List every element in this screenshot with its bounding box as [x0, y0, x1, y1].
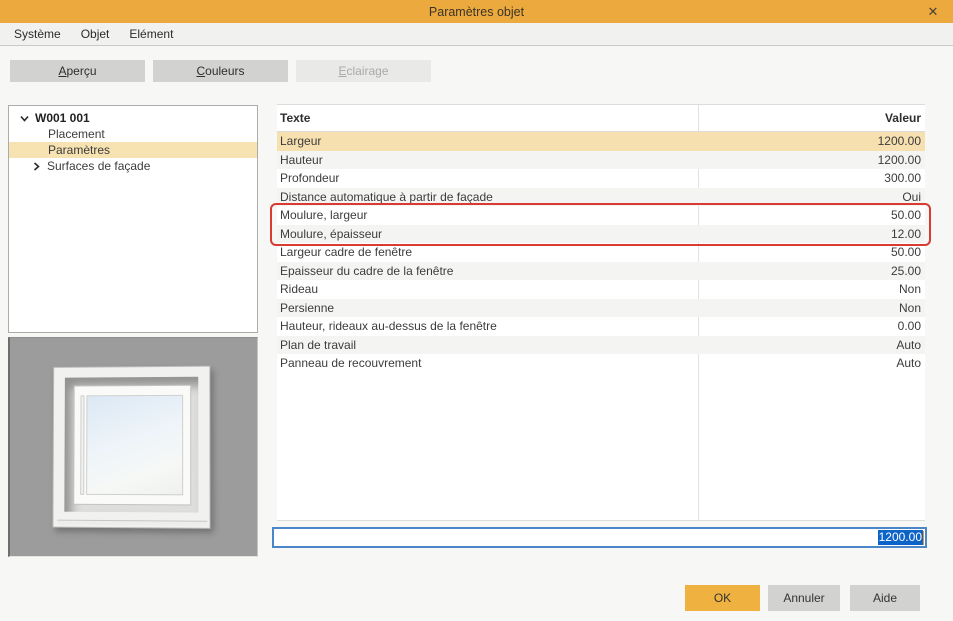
row-value: 50.00	[698, 208, 925, 222]
row-value: 0.00	[698, 319, 925, 333]
close-icon[interactable]: ✕	[921, 0, 945, 23]
row-value: Non	[698, 282, 925, 296]
row-value: 50.00	[698, 245, 925, 259]
table-row[interactable]: Persienne Non	[277, 299, 925, 318]
table-row[interactable]: Profondeur 300.00	[277, 169, 925, 188]
view-mode-button[interactable]: Aperçu	[10, 60, 145, 82]
table-row[interactable]: Hauteur 1200.00	[277, 151, 925, 170]
tree-node-label: W001 001	[35, 110, 90, 126]
row-label: Moulure, largeur	[277, 208, 698, 222]
dialog-titlebar: Paramètres objet ✕	[0, 0, 953, 23]
table-row[interactable]: Largeur 1200.00	[277, 132, 925, 151]
window-render	[52, 366, 210, 529]
row-value: 300.00	[698, 171, 925, 185]
table-row[interactable]: Panneau de recouvrement Auto	[277, 354, 925, 373]
table-row[interactable]: Largeur cadre de fenêtre 50.00	[277, 243, 925, 262]
table-rows: Largeur 1200.00 Hauteur 1200.00 Profonde…	[277, 132, 925, 373]
text-caret	[923, 531, 924, 545]
row-label: Moulure, épaisseur	[277, 227, 698, 241]
row-value: Oui	[698, 190, 925, 204]
row-value: Non	[698, 301, 925, 315]
value-input[interactable]: 1200.00	[272, 527, 927, 548]
view-mode-buttons: Aperçu Couleurs Eclairage	[10, 60, 431, 82]
object-preview-panel	[8, 337, 258, 557]
row-value: 12.00	[698, 227, 925, 241]
row-value: Auto	[698, 356, 925, 370]
table-row[interactable]: Moulure, épaisseur 12.00	[277, 225, 925, 244]
row-label: Epaisseur du cadre de la fenêtre	[277, 264, 698, 278]
menu-item[interactable]: Système	[4, 23, 71, 46]
row-label: Hauteur, rideaux au-dessus de la fenêtre	[277, 319, 698, 333]
window-stile	[80, 395, 84, 494]
table-row[interactable]: Rideau Non	[277, 280, 925, 299]
header-valeur: Valeur	[698, 111, 925, 125]
window-glass	[86, 395, 183, 495]
tree-node-label: Surfaces de façade	[47, 158, 150, 174]
selected-text: 1200.00	[878, 530, 923, 545]
row-value: 1200.00	[698, 134, 925, 148]
row-label: Largeur	[277, 134, 698, 148]
help-button[interactable]: Aide	[850, 585, 920, 611]
row-label: Plan de travail	[277, 338, 698, 352]
window-frame	[73, 385, 191, 506]
row-label: Largeur cadre de fenêtre	[277, 245, 698, 259]
menu-item[interactable]: Elément	[119, 23, 183, 46]
dialog-title: Paramètres objet	[429, 5, 524, 19]
header-texte: Texte	[277, 111, 698, 125]
row-label: Rideau	[277, 282, 698, 296]
table-row[interactable]: Epaisseur du cadre de la fenêtre 25.00	[277, 262, 925, 281]
row-value: 1200.00	[698, 153, 925, 167]
cancel-button[interactable]: Annuler	[768, 585, 840, 611]
tree-node-surfaces[interactable]: Surfaces de façade	[9, 158, 257, 174]
object-tree: W001 001 Placement Paramètres Surfaces d…	[8, 105, 258, 333]
table-row[interactable]: Distance automatique à partir de façade …	[277, 188, 925, 207]
menu-item[interactable]: Objet	[71, 23, 120, 46]
menu-bar: Système Objet Elément	[0, 23, 953, 46]
row-value: 25.00	[698, 264, 925, 278]
window-sill	[57, 520, 207, 526]
table-row[interactable]: Plan de travail Auto	[277, 336, 925, 355]
row-label: Profondeur	[277, 171, 698, 185]
tree-node-label: Paramètres	[48, 142, 110, 158]
row-value: Auto	[698, 338, 925, 352]
table-header: Texte Valeur	[277, 105, 925, 132]
view-mode-button[interactable]: Couleurs	[153, 60, 288, 82]
tree-node-root[interactable]: W001 001	[9, 110, 257, 126]
tree-node-label: Placement	[48, 126, 105, 142]
tree-node-parametres[interactable]: Paramètres	[9, 142, 257, 158]
table-row[interactable]: Moulure, largeur 50.00	[277, 206, 925, 225]
row-label: Persienne	[277, 301, 698, 315]
view-mode-button[interactable]: Eclairage	[296, 60, 431, 82]
ok-button[interactable]: OK	[685, 585, 760, 611]
table-row[interactable]: Hauteur, rideaux au-dessus de la fenêtre…	[277, 317, 925, 336]
window-reveal	[64, 377, 198, 513]
chevron-right-icon	[30, 160, 42, 172]
row-label: Distance automatique à partir de façade	[277, 190, 698, 204]
chevron-down-icon	[18, 112, 30, 124]
row-label: Panneau de recouvrement	[277, 356, 698, 370]
row-label: Hauteur	[277, 153, 698, 167]
tree-node-placement[interactable]: Placement	[9, 126, 257, 142]
parameter-table: Texte Valeur Largeur 1200.00 Hauteur 120…	[277, 104, 925, 521]
